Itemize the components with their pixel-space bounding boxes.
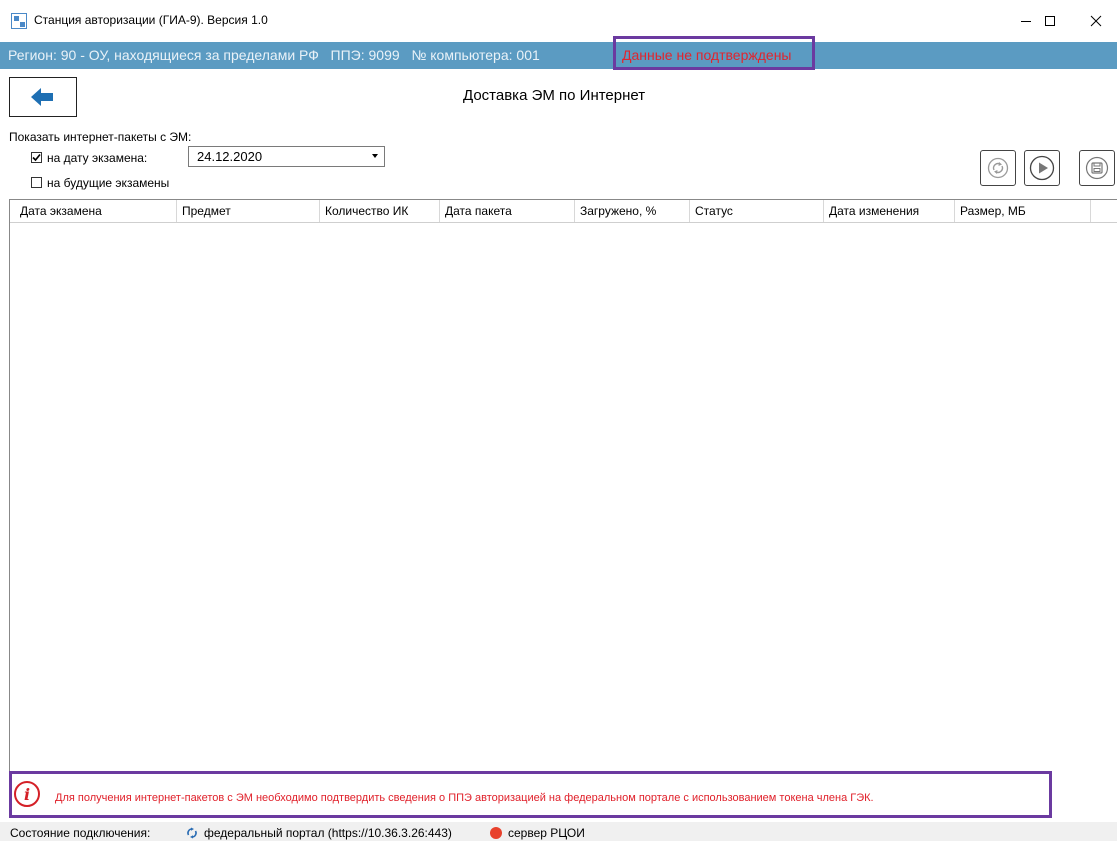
future-exams-label: на будущие экзамены (47, 176, 170, 190)
exam-date-checkbox[interactable] (31, 152, 42, 163)
play-icon (1029, 155, 1055, 181)
future-exams-checkbox[interactable] (31, 177, 42, 188)
back-button[interactable] (9, 77, 77, 117)
info-icon: i (14, 781, 40, 807)
column-header-change-date[interactable]: Дата изменения (829, 204, 919, 218)
column-header-package-date[interactable]: Дата пакета (445, 204, 512, 218)
packages-table[interactable]: Дата экзамена Предмет Количество ИК Дата… (9, 199, 1117, 770)
checkmark-icon (32, 153, 41, 162)
maximize-icon (1045, 16, 1055, 26)
close-button[interactable] (1073, 0, 1117, 42)
exam-date-label: на дату экзамена: (47, 151, 148, 165)
window-title: Станция авторизации (ГИА-9). Версия 1.0 (34, 13, 268, 27)
status-dot-icon (490, 827, 502, 839)
authorization-message: Для получения интернет-пакетов с ЭМ необ… (55, 792, 874, 804)
info-bar-text: Регион: 90 - ОУ, находящиеся за пределам… (8, 47, 540, 63)
save-icon (1085, 156, 1109, 180)
refresh-button[interactable] (980, 150, 1016, 186)
show-packages-label: Показать интернет-пакеты с ЭМ: (9, 130, 192, 144)
column-header-loaded-percent[interactable]: Загружено, % (580, 204, 656, 218)
federal-portal-status: федеральный портал (https://10.36.3.26:4… (186, 826, 452, 840)
refresh-icon (987, 157, 1009, 179)
column-header-status[interactable]: Статус (695, 204, 733, 218)
exam-date-select[interactable]: 24.12.2020 (188, 146, 385, 167)
table-header: Дата экзамена Предмет Количество ИК Дата… (10, 200, 1117, 223)
sync-icon (187, 827, 197, 839)
connection-status-label: Состояние подключения: (10, 826, 151, 840)
region-info: Регион: 90 - ОУ, находящиеся за пределам… (8, 47, 319, 63)
column-header-exam-date[interactable]: Дата экзамена (20, 204, 102, 218)
rcoi-server-status: сервер РЦОИ (490, 826, 585, 840)
arrow-left-icon (31, 88, 53, 106)
chevron-down-icon (372, 154, 378, 158)
page-title: Доставка ЭМ по Интернет (463, 87, 646, 104)
play-button[interactable] (1024, 150, 1060, 186)
close-icon (1090, 15, 1102, 27)
app-icon (11, 13, 27, 29)
column-header-ik-count[interactable]: Количество ИК (325, 204, 408, 218)
exam-date-value: 24.12.2020 (197, 149, 263, 164)
column-header-subject[interactable]: Предмет (182, 204, 231, 218)
ppe-info: ППЭ: 9099 (330, 47, 400, 63)
column-header-size-mb[interactable]: Размер, МБ (960, 204, 1026, 218)
computer-info: № компьютера: 001 (411, 47, 540, 63)
rcoi-server-label: сервер РЦОИ (508, 826, 585, 840)
status-highlight-frame (613, 36, 815, 70)
federal-portal-label: федеральный портал (https://10.36.3.26:4… (204, 826, 452, 840)
maximize-button[interactable] (1027, 0, 1073, 42)
save-button[interactable] (1079, 150, 1115, 186)
